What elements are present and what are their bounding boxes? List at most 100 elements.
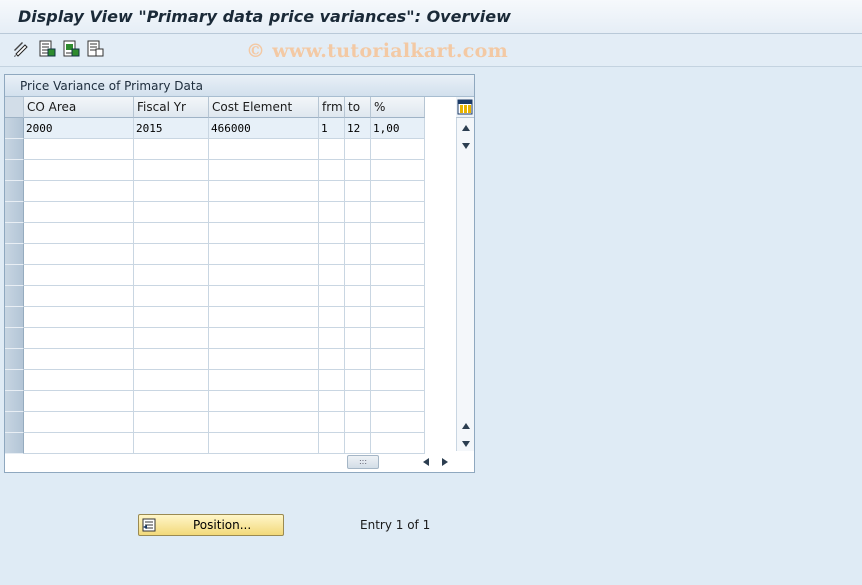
scroll-right-icon[interactable] (442, 458, 448, 466)
table-cell[interactable] (24, 349, 134, 370)
table-cell[interactable] (24, 433, 134, 454)
table-cell[interactable]: 12 (345, 118, 371, 139)
table-cell[interactable] (371, 412, 425, 433)
table-cell[interactable] (24, 202, 134, 223)
table-cell[interactable] (209, 181, 319, 202)
row-selector[interactable] (5, 244, 24, 265)
row-selector[interactable] (5, 307, 24, 328)
table-cell[interactable] (209, 223, 319, 244)
table-cell[interactable] (371, 286, 425, 307)
table-cell[interactable] (319, 286, 345, 307)
table-row[interactable] (5, 202, 425, 223)
scroll-up-icon[interactable] (462, 125, 470, 131)
column-header-to[interactable]: to (345, 97, 371, 118)
table-cell[interactable] (209, 433, 319, 454)
table-row[interactable] (5, 244, 425, 265)
table-row[interactable] (5, 286, 425, 307)
table-cell[interactable] (209, 265, 319, 286)
table-cell[interactable] (24, 370, 134, 391)
table-cell[interactable] (134, 391, 209, 412)
table-cell[interactable] (319, 265, 345, 286)
table-cell[interactable] (24, 223, 134, 244)
row-selector[interactable] (5, 181, 24, 202)
table-row[interactable] (5, 349, 425, 370)
table-cell[interactable] (24, 244, 134, 265)
table-cell[interactable] (134, 139, 209, 160)
table-cell[interactable] (345, 328, 371, 349)
table-cell[interactable] (134, 244, 209, 265)
table-cell[interactable] (24, 265, 134, 286)
table-row[interactable] (5, 412, 425, 433)
row-selector[interactable] (5, 223, 24, 244)
table-cell[interactable] (371, 307, 425, 328)
table-cell[interactable] (345, 349, 371, 370)
table-cell[interactable] (209, 202, 319, 223)
table-cell[interactable] (134, 223, 209, 244)
table-cell[interactable] (319, 181, 345, 202)
table-settings-icon[interactable] (456, 97, 474, 118)
table-cell[interactable] (24, 391, 134, 412)
table-cell[interactable] (319, 412, 345, 433)
table-cell[interactable] (24, 328, 134, 349)
row-selector[interactable] (5, 391, 24, 412)
select-block-icon[interactable] (62, 40, 80, 58)
table-cell[interactable] (134, 328, 209, 349)
table-cell[interactable]: 1,00 (371, 118, 425, 139)
table-cell[interactable] (345, 391, 371, 412)
row-selector[interactable] (5, 139, 24, 160)
table-row[interactable] (5, 433, 425, 454)
table-cell[interactable]: 2015 (134, 118, 209, 139)
table-cell[interactable] (345, 223, 371, 244)
table-cell[interactable] (371, 160, 425, 181)
row-selector[interactable] (5, 118, 24, 139)
row-selector[interactable] (5, 202, 24, 223)
table-cell[interactable] (345, 181, 371, 202)
row-selector[interactable] (5, 265, 24, 286)
table-cell[interactable] (345, 370, 371, 391)
table-row[interactable] (5, 139, 425, 160)
table-cell[interactable] (345, 433, 371, 454)
table-row[interactable] (5, 391, 425, 412)
table-row[interactable]: 2000 2015 466000 1 12 1,00 (5, 118, 425, 139)
table-cell[interactable] (209, 286, 319, 307)
table-cell[interactable] (24, 160, 134, 181)
table-cell[interactable] (371, 223, 425, 244)
horizontal-scrollbar[interactable]: ::: (347, 455, 417, 469)
table-cell[interactable] (134, 370, 209, 391)
row-selector[interactable] (5, 349, 24, 370)
table-cell[interactable] (319, 328, 345, 349)
table-cell[interactable] (319, 391, 345, 412)
page-up-icon[interactable] (462, 423, 470, 429)
deselect-all-icon[interactable] (86, 40, 104, 58)
table-cell[interactable] (345, 202, 371, 223)
table-row[interactable] (5, 265, 425, 286)
table-cell[interactable] (209, 391, 319, 412)
table-row[interactable] (5, 307, 425, 328)
table-cell[interactable] (24, 139, 134, 160)
table-row[interactable] (5, 328, 425, 349)
table-cell[interactable] (371, 391, 425, 412)
table-cell[interactable]: 2000 (24, 118, 134, 139)
table-cell[interactable] (319, 202, 345, 223)
table-cell[interactable] (371, 244, 425, 265)
column-header-co-area[interactable]: CO Area (24, 97, 134, 118)
table-cell[interactable] (319, 139, 345, 160)
row-selector[interactable] (5, 160, 24, 181)
table-cell[interactable] (134, 307, 209, 328)
row-selector[interactable] (5, 370, 24, 391)
table-cell[interactable] (371, 370, 425, 391)
row-selector[interactable] (5, 433, 24, 454)
scroll-left-icon[interactable] (423, 458, 429, 466)
table-cell[interactable] (24, 412, 134, 433)
table-cell[interactable] (209, 160, 319, 181)
column-header-cost-element[interactable]: Cost Element (209, 97, 319, 118)
table-cell[interactable] (319, 307, 345, 328)
page-down-icon[interactable] (462, 441, 470, 447)
table-cell[interactable] (371, 181, 425, 202)
table-cell[interactable] (345, 160, 371, 181)
table-cell[interactable] (209, 244, 319, 265)
table-cell[interactable] (134, 181, 209, 202)
table-cell[interactable] (134, 286, 209, 307)
table-cell[interactable] (345, 244, 371, 265)
table-cell[interactable] (24, 307, 134, 328)
